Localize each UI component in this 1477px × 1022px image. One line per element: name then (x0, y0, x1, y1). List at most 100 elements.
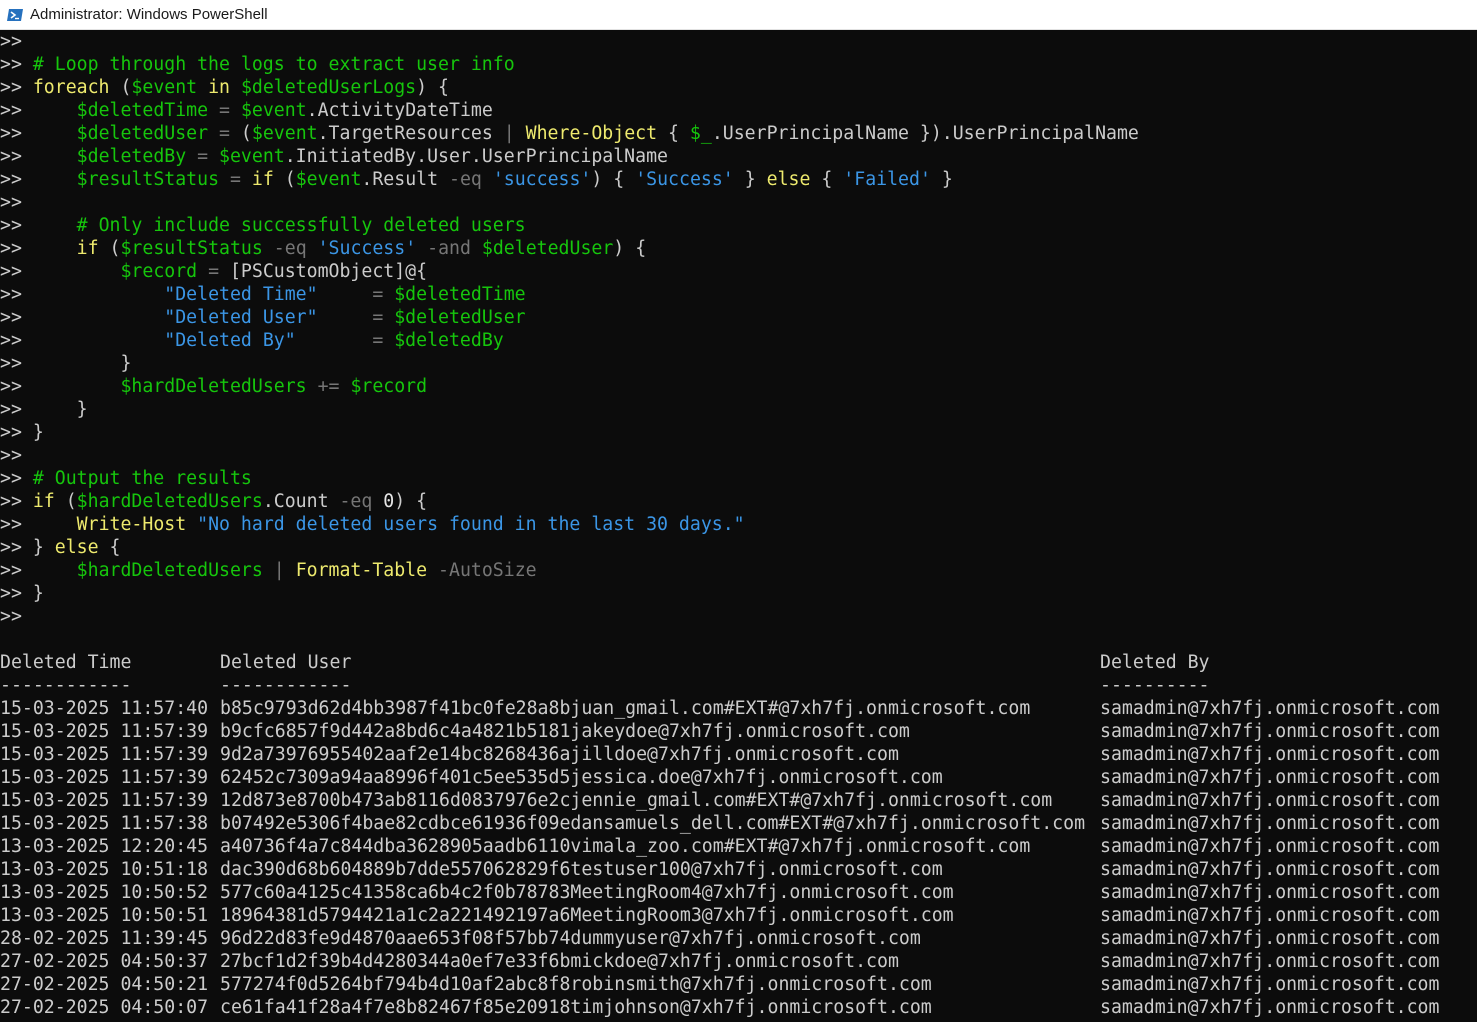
table-cell: 15-03-2025 11:57:39 (0, 744, 209, 765)
code-token: = (219, 100, 230, 121)
prompt: >> (0, 261, 22, 282)
script-line: >> "Deleted User" = $deletedUser (0, 306, 526, 329)
code-token: $hardDeletedUsers (120, 376, 307, 397)
prompt: >> (0, 445, 22, 466)
code-token: else (766, 169, 811, 190)
prompt: >> (0, 54, 22, 75)
prompt: >> (0, 606, 22, 627)
code-token: if (251, 169, 274, 190)
code-token: } (32, 422, 44, 443)
prompt: >> (0, 399, 22, 420)
prompt: >> (0, 330, 22, 351)
code-token: if (76, 238, 99, 259)
table-cell: b85c9793d62d4bb3987f41bc0fe28a8bjuan_gma… (220, 698, 1031, 719)
table-cell: 18964381d5794421a1c2a221492197a6MeetingR… (220, 905, 954, 926)
script-line: >> (0, 444, 22, 467)
code-token: $deletedBy (394, 330, 504, 351)
table-cell: 27-02-2025 04:50:07 (0, 997, 209, 1018)
prompt: >> (0, 123, 22, 144)
console-output[interactable]: >> >> # Loop through the logs to extract … (0, 30, 1477, 1022)
code-token: ) { (591, 169, 636, 190)
code-token: { (98, 537, 121, 558)
prompt: >> (0, 192, 22, 213)
table-cell: 28-02-2025 11:39:45 (0, 928, 209, 949)
table-cell: 9d2a73976955402aaf2e14bc8268436ajilldoe@… (220, 744, 899, 765)
code-token: = (372, 284, 384, 305)
script-line: >> "Deleted By" = $deletedBy (0, 329, 504, 352)
code-token: 'Failed' (843, 169, 931, 190)
prompt: >> (0, 77, 22, 98)
table-cell: a40736f4a7c844dba3628905aadb6110vimala_z… (220, 836, 1031, 857)
script-line: >> foreach ($event in $deletedUserLogs) … (0, 76, 449, 99)
code-token: "Deleted By" (164, 330, 296, 351)
code-token: $deletedUser (394, 307, 526, 328)
code-token: } (930, 169, 953, 190)
code-token: .Result (361, 169, 450, 190)
table-cell: Deleted By (1100, 652, 1210, 673)
code-token: $deletedUser (76, 123, 209, 144)
table-cell: ------------ (0, 675, 132, 696)
prompt: >> (0, 537, 22, 558)
script-line: >> $hardDeletedUsers += $record (0, 375, 427, 398)
code-token: $event (240, 100, 307, 121)
table-cell: ---------- (1100, 675, 1210, 696)
prompt: >> (0, 353, 22, 374)
script-line: >> } (0, 398, 88, 421)
code-token: | (273, 560, 285, 581)
table-cell: samadmin@7xh7fj.onmicrosoft.com (1100, 767, 1440, 788)
code-token: { (657, 123, 690, 144)
title-bar[interactable]: Administrator: Windows PowerShell (0, 0, 1477, 30)
table-cell: Deleted User (220, 652, 352, 673)
code-token: -and (427, 238, 471, 259)
prompt: >> (0, 100, 22, 121)
code-token: } (32, 353, 132, 374)
code-token: ( (98, 238, 121, 259)
code-token: 'Success' (317, 238, 417, 259)
code-token: # Output the results (32, 468, 252, 489)
code-token: $deletedTime (394, 284, 526, 305)
table-cell: samadmin@7xh7fj.onmicrosoft.com (1100, 882, 1440, 903)
code-token: $deletedUserLogs (240, 77, 417, 98)
table-cell: samadmin@7xh7fj.onmicrosoft.com (1100, 997, 1440, 1018)
code-token: .Count (262, 491, 340, 512)
prompt: >> (0, 31, 22, 52)
code-token: = (372, 307, 384, 328)
code-token: .TargetResources (317, 123, 504, 144)
table-cell: samadmin@7xh7fj.onmicrosoft.com (1100, 928, 1440, 949)
prompt: >> (0, 169, 22, 190)
script-line: >> if ($hardDeletedUsers.Count -eq 0) { (0, 490, 427, 513)
table-cell: samadmin@7xh7fj.onmicrosoft.com (1100, 813, 1440, 834)
script-line: >> "Deleted Time" = $deletedTime (0, 283, 526, 306)
code-token: = (372, 330, 384, 351)
table-cell: 13-03-2025 10:50:52 (0, 882, 209, 903)
code-token: -eq (273, 238, 307, 259)
code-token: $_ (689, 123, 712, 144)
code-token: = (219, 123, 230, 144)
table-cell: b07492e5306f4bae82cdbce61936f09edansamue… (220, 813, 1086, 834)
prompt: >> (0, 422, 22, 443)
table-cell: samadmin@7xh7fj.onmicrosoft.com (1100, 744, 1440, 765)
prompt: >> (0, 146, 22, 167)
code-token: $event (251, 123, 318, 144)
table-cell: 27bcf1d2f39b4d4280344a0ef7e33f6bmickdoe@… (220, 951, 899, 972)
code-token: "No hard deleted users found in the last… (197, 514, 745, 535)
